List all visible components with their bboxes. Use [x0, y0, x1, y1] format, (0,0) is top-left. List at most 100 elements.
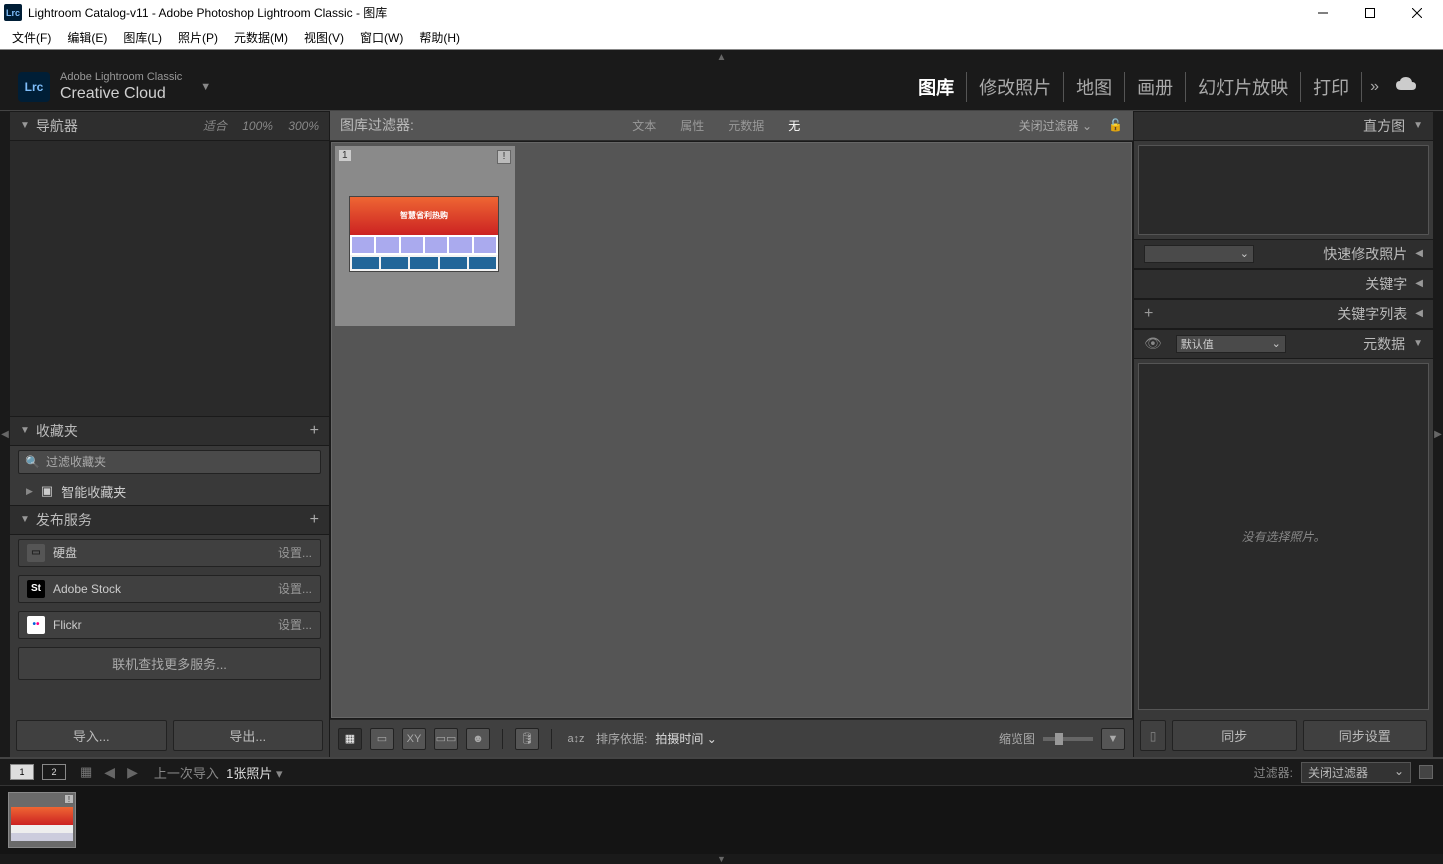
brand-line2: Creative Cloud: [60, 84, 182, 103]
harddrive-icon: ▭: [27, 544, 45, 562]
loupe-view-icon[interactable]: ▭: [370, 728, 394, 750]
publish-flickr-config[interactable]: 设置...: [278, 616, 312, 633]
navigator-body: [10, 141, 329, 416]
thumbnail-image: 智慧省利热购: [349, 196, 499, 272]
filter-tab-text[interactable]: 文本: [628, 115, 660, 136]
menu-window[interactable]: 窗口(W): [352, 27, 411, 48]
grid-view-icon[interactable]: ▦: [338, 728, 362, 750]
center-panel: 图库过滤器: 文本 属性 元数据 无 关闭过滤器 ⌄ 🔓 1 ! 智慧省利热购 …: [330, 111, 1133, 757]
menu-file[interactable]: 文件(F): [4, 27, 59, 48]
thumbnail-size-slider[interactable]: [1043, 737, 1093, 741]
menu-photo[interactable]: 照片(P): [170, 27, 226, 48]
nav-forward-icon[interactable]: ▶: [127, 764, 138, 781]
toolbar: ▦ ▭ XY ▭▭ ☻ 🛢 a↕z 排序依据: 拍摄时间 ⌄ 缩览图 ▼: [330, 719, 1133, 757]
zoom-300[interactable]: 300%: [288, 119, 319, 133]
sync-settings-button[interactable]: 同步设置: [1303, 720, 1428, 751]
filmstrip-filter-switch[interactable]: [1419, 765, 1433, 779]
identity-dropdown-icon[interactable]: ▼: [200, 81, 211, 93]
import-button[interactable]: 导入...: [16, 720, 167, 751]
bottom-panel-toggle[interactable]: ▼: [0, 854, 1443, 864]
menu-edit[interactable]: 编辑(E): [59, 27, 115, 48]
grid-view[interactable]: 1 ! 智慧省利热购: [331, 142, 1132, 718]
publish-flickr[interactable]: ••Flickr 设置...: [18, 611, 321, 639]
filmstrip-filter-select[interactable]: 关闭过滤器⌄: [1301, 762, 1411, 783]
module-library[interactable]: 图库: [906, 72, 967, 102]
module-print[interactable]: 打印: [1301, 72, 1362, 102]
metadata-preset-select[interactable]: 默认值⌄: [1176, 335, 1286, 353]
add-keyword-icon[interactable]: +: [1144, 305, 1153, 323]
find-more-services[interactable]: 联机查找更多服务...: [18, 647, 321, 680]
keywordlist-header[interactable]: + 关键字列表◀: [1134, 299, 1433, 329]
menu-library[interactable]: 图库(L): [115, 27, 170, 48]
minimize-button[interactable]: [1300, 0, 1345, 25]
toolbar-menu-icon[interactable]: ▼: [1101, 728, 1125, 750]
primary-display-icon[interactable]: 1: [10, 764, 34, 780]
collections-header[interactable]: ▼收藏夹 +: [10, 416, 329, 446]
jump-grid-icon[interactable]: ▦: [80, 764, 92, 780]
publish-stock-config[interactable]: 设置...: [278, 580, 312, 597]
metadata-header[interactable]: 👁 默认值⌄ 元数据▼: [1134, 329, 1433, 359]
metadata-visibility-icon[interactable]: 👁: [1144, 335, 1162, 352]
publish-adobestock[interactable]: StAdobe Stock 设置...: [18, 575, 321, 603]
keywording-header[interactable]: 关键字◀: [1134, 269, 1433, 299]
zoom-100[interactable]: 100%: [242, 119, 273, 133]
smart-collections-row[interactable]: ▶ ▣ 智能收藏夹: [10, 478, 329, 505]
menu-metadata[interactable]: 元数据(M): [226, 27, 296, 48]
filter-tab-metadata[interactable]: 元数据: [724, 115, 768, 136]
module-slideshow[interactable]: 幻灯片放映: [1186, 72, 1301, 102]
grid-thumbnail[interactable]: 1 ! 智慧省利热购: [335, 146, 515, 326]
publish-harddrive[interactable]: ▭硬盘 设置...: [18, 539, 321, 567]
add-collection-icon[interactable]: +: [310, 423, 319, 439]
flickr-icon: ••: [27, 616, 45, 634]
sync-button[interactable]: 同步: [1172, 720, 1297, 751]
publish-header[interactable]: ▼发布服务 +: [10, 505, 329, 535]
quickdev-preset-select[interactable]: ⌄: [1144, 245, 1254, 263]
menu-view[interactable]: 视图(V): [296, 27, 352, 48]
filter-tab-attribute[interactable]: 属性: [676, 115, 708, 136]
menubar: 文件(F) 编辑(E) 图库(L) 照片(P) 元数据(M) 视图(V) 窗口(…: [0, 25, 1443, 50]
sort-direction-icon[interactable]: a↕z: [564, 728, 588, 750]
thumbnail-size-label: 缩览图: [999, 730, 1035, 747]
sort-label: 排序依据:: [596, 730, 647, 747]
filmstrip[interactable]: !: [0, 786, 1443, 854]
filmstrip-header: 1 2 ▦ ◀ ▶ 上一次导入 1张照片 ▾ 过滤器: 关闭过滤器⌄: [0, 758, 1443, 786]
add-publish-icon[interactable]: +: [310, 512, 319, 528]
quickdevelop-header[interactable]: ⌄ 快速修改照片◀: [1134, 239, 1433, 269]
filmstrip-thumbnail[interactable]: !: [8, 792, 76, 848]
module-book[interactable]: 画册: [1125, 72, 1186, 102]
window-title: Lightroom Catalog-v11 - Adobe Photoshop …: [28, 4, 387, 21]
maximize-button[interactable]: [1347, 0, 1392, 25]
cloud-sync-icon[interactable]: [1387, 77, 1425, 98]
filter-tab-none[interactable]: 无: [784, 115, 804, 136]
sync-toggle-icon[interactable]: ▯: [1140, 720, 1166, 751]
module-develop[interactable]: 修改照片: [967, 72, 1064, 102]
right-panel-toggle[interactable]: ▶: [1433, 111, 1443, 757]
filmstrip-source[interactable]: 上一次导入 1张照片 ▾: [154, 763, 283, 782]
painter-tool-icon[interactable]: 🛢: [515, 728, 539, 750]
filter-lock-icon[interactable]: 🔓: [1108, 118, 1123, 132]
menu-help[interactable]: 帮助(H): [411, 27, 468, 48]
close-button[interactable]: [1394, 0, 1439, 25]
filter-collections-input[interactable]: 🔍 过滤收藏夹: [18, 450, 321, 474]
adobestock-icon: St: [27, 580, 45, 598]
window-titlebar: Lrc Lightroom Catalog-v11 - Adobe Photos…: [0, 0, 1443, 25]
survey-view-icon[interactable]: ▭▭: [434, 728, 458, 750]
nav-back-icon[interactable]: ◀: [104, 764, 115, 781]
people-view-icon[interactable]: ☻: [466, 728, 490, 750]
filter-preset-select[interactable]: 关闭过滤器 ⌄: [1019, 117, 1092, 134]
zoom-fit[interactable]: 适合: [203, 119, 227, 133]
module-map[interactable]: 地图: [1064, 72, 1125, 102]
publish-hdd-config[interactable]: 设置...: [278, 544, 312, 561]
compare-view-icon[interactable]: XY: [402, 728, 426, 750]
secondary-display-icon[interactable]: 2: [42, 764, 66, 780]
export-button[interactable]: 导出...: [173, 720, 324, 751]
thumbnail-warning-icon[interactable]: !: [497, 150, 511, 164]
top-panel-toggle[interactable]: ▲: [0, 50, 1443, 65]
navigator-header[interactable]: ▼导航器 适合 100% 300%: [10, 111, 329, 141]
module-overflow-icon[interactable]: »: [1362, 78, 1387, 96]
histogram-header[interactable]: 直方图▼: [1134, 111, 1433, 141]
metadata-body: 没有选择照片。: [1138, 363, 1429, 710]
left-panel-toggle[interactable]: ◀: [0, 111, 10, 757]
lightroom-logo: Lrc: [18, 72, 50, 102]
sort-value-select[interactable]: 拍摄时间 ⌄: [655, 730, 716, 747]
